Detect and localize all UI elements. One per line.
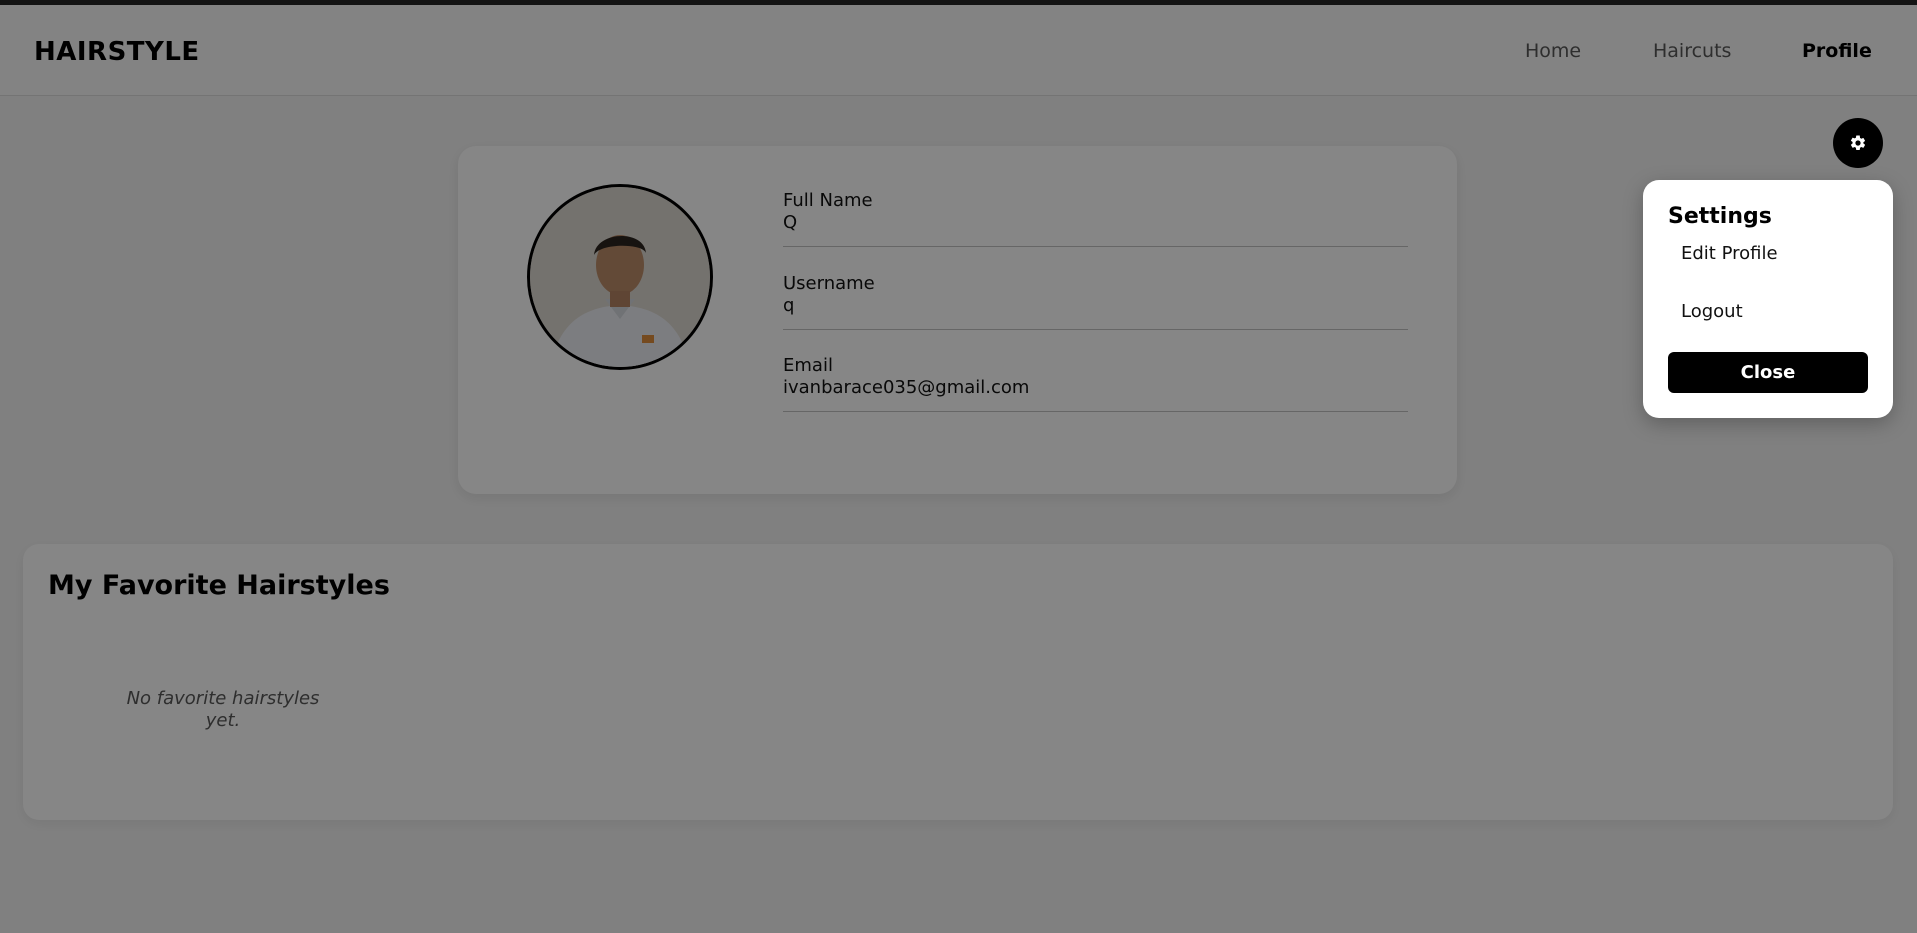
settings-panel: Settings Edit Profile Logout Close [1643,180,1893,418]
settings-button[interactable] [1833,118,1883,168]
settings-title: Settings [1668,204,1772,229]
gear-icon [1850,135,1866,150]
edit-profile-option[interactable]: Edit Profile [1681,243,1778,264]
logout-option[interactable]: Logout [1681,301,1743,322]
close-button[interactable]: Close [1668,352,1868,393]
modal-overlay[interactable] [0,0,1917,933]
